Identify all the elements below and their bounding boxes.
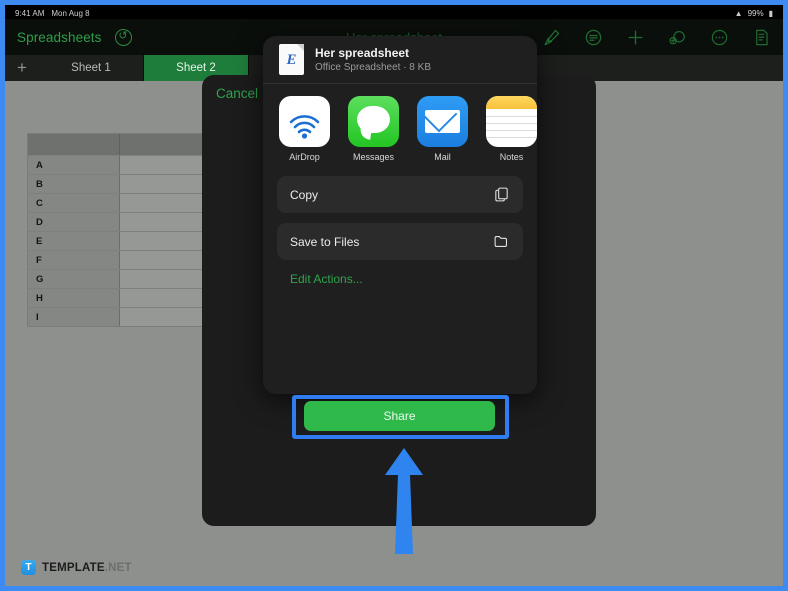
share-target-label: Messages xyxy=(352,152,395,162)
share-target-messages[interactable]: Messages xyxy=(348,96,399,162)
envelope-flap xyxy=(425,110,460,133)
share-target-airdrop[interactable]: AirDrop xyxy=(279,96,330,162)
format-brush-icon[interactable] xyxy=(542,28,561,47)
share-sheet-header: E Her spreadsheet Office Spreadsheet · 8… xyxy=(263,36,537,83)
more-options-icon[interactable] xyxy=(710,28,729,47)
share-app-row[interactable]: AirDrop Messages Mail Notes xyxy=(263,84,537,172)
share-target-label: Mail xyxy=(434,152,451,162)
toolbar-icon-group xyxy=(542,28,771,47)
edit-actions-button[interactable]: Edit Actions... xyxy=(277,270,523,286)
cancel-button[interactable]: Cancel xyxy=(216,86,258,101)
back-to-spreadsheets-button[interactable]: Spreadsheets xyxy=(17,30,102,45)
notes-header-strip xyxy=(486,96,537,109)
share-target-label: AirDrop xyxy=(289,152,320,162)
watermark-text: TEMPLATE.NET xyxy=(42,562,132,574)
share-file-subtitle: Office Spreadsheet · 8 KB xyxy=(315,62,431,73)
document-file-icon: E xyxy=(279,44,304,75)
share-action-list: Copy Save to Files Edit Actions... xyxy=(263,172,537,286)
device-frame: 9:41 AM Mon Aug 8 ▲ 99% ▮ Spreadsheets H… xyxy=(5,5,783,586)
watermark-bar: T TEMPLATE.NET xyxy=(5,552,783,586)
row-label-cell[interactable]: G xyxy=(28,270,120,288)
watermark-name: TEMPLATE xyxy=(42,561,105,574)
undo-icon[interactable] xyxy=(114,27,132,46)
status-time: 9:41 AM xyxy=(15,9,45,18)
mail-icon xyxy=(417,96,468,147)
action-copy[interactable]: Copy xyxy=(277,176,523,213)
template-net-logo-icon: T xyxy=(21,560,36,575)
row-label-cell[interactable]: E xyxy=(28,232,120,250)
status-bar-left: 9:41 AM Mon Aug 8 xyxy=(15,9,90,18)
notes-line xyxy=(486,116,537,117)
add-sheet-button[interactable]: + xyxy=(5,55,39,81)
share-button[interactable]: Share xyxy=(304,401,495,431)
folder-icon xyxy=(493,233,510,250)
row-label-cell[interactable]: A xyxy=(28,156,120,174)
sheet-tab-1[interactable]: Sheet 1 xyxy=(39,55,144,81)
watermark: T TEMPLATE.NET xyxy=(21,560,132,575)
share-file-title: Her spreadsheet xyxy=(315,46,410,60)
add-icon[interactable] xyxy=(626,28,645,47)
notes-line xyxy=(486,123,537,124)
row-label-cell[interactable]: D xyxy=(28,213,120,231)
row-label-cell[interactable]: B xyxy=(28,175,120,193)
speech-bubble-tail xyxy=(359,127,372,140)
messages-icon xyxy=(348,96,399,147)
row-label-cell[interactable]: C xyxy=(28,194,120,212)
insert-text-icon[interactable] xyxy=(584,28,603,47)
share-sheet: E Her spreadsheet Office Spreadsheet · 8… xyxy=(263,36,537,394)
share-target-label: Notes xyxy=(499,152,524,162)
header-cell-col-a xyxy=(28,134,120,155)
document-options-icon[interactable] xyxy=(752,28,771,47)
battery-label: 99% xyxy=(747,9,764,18)
share-target-mail[interactable]: Mail xyxy=(417,96,468,162)
pointer-arrow xyxy=(383,448,425,554)
copy-icon xyxy=(493,186,510,203)
airdrop-icon xyxy=(279,96,330,147)
collaborate-icon[interactable] xyxy=(668,28,687,47)
share-target-notes[interactable]: Notes xyxy=(486,96,537,162)
share-sheet-file-info: Her spreadsheet Office Spreadsheet · 8 K… xyxy=(315,46,431,73)
notes-line xyxy=(486,130,537,131)
wifi-icon: ▲ xyxy=(734,9,743,18)
status-bar-right: ▲ 99% ▮ xyxy=(735,9,773,18)
row-label-cell[interactable]: F xyxy=(28,251,120,269)
battery-icon: ▮ xyxy=(768,9,773,18)
action-label: Copy xyxy=(290,187,319,202)
status-bar: 9:41 AM Mon Aug 8 ▲ 99% ▮ xyxy=(5,5,783,19)
watermark-suffix: .NET xyxy=(104,561,132,574)
file-icon-letter: E xyxy=(286,52,297,68)
status-date: Mon Aug 8 xyxy=(51,9,90,18)
action-label: Save to Files xyxy=(290,234,360,249)
row-label-cell[interactable]: I xyxy=(28,308,120,326)
notes-line xyxy=(486,137,537,138)
row-label-cell[interactable]: H xyxy=(28,289,120,307)
notes-icon xyxy=(486,96,537,147)
action-save-to-files[interactable]: Save to Files xyxy=(277,223,523,260)
